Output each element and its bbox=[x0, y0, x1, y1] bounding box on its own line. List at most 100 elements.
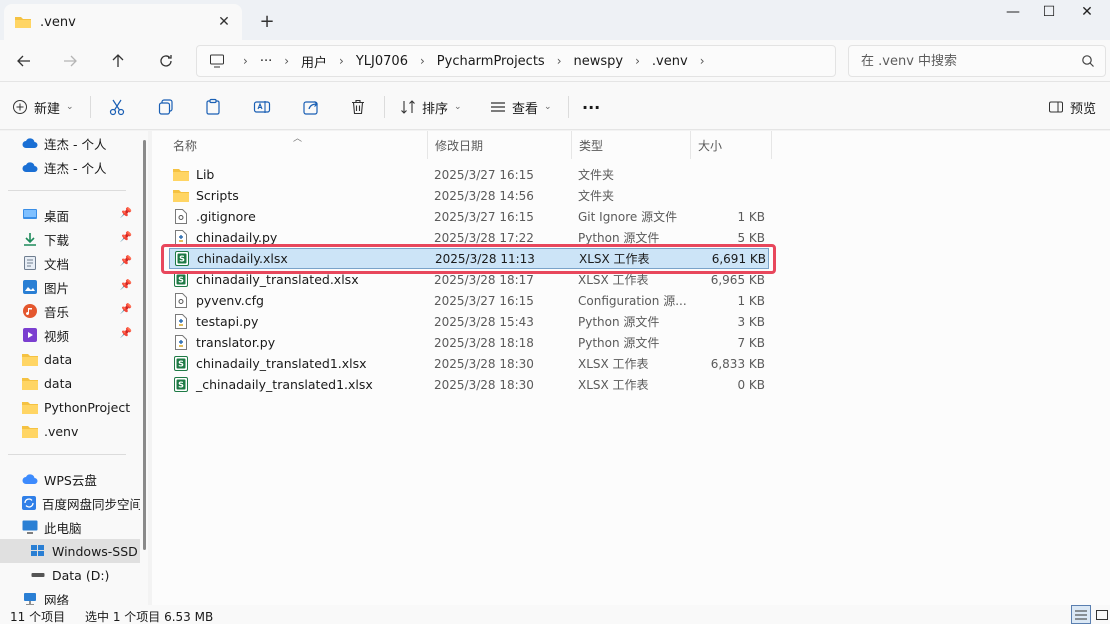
chevron-down-icon: ⌄ bbox=[544, 102, 552, 112]
breadcrumb-overflow[interactable]: ··· bbox=[260, 54, 272, 69]
file-row-gitignore[interactable]: .gitignore 2025/3/27 16:15 Git Ignore 源文… bbox=[169, 206, 769, 227]
sidebar-item-downloads[interactable]: 下载 📌 bbox=[0, 227, 140, 251]
pin-icon: 📌 bbox=[119, 256, 132, 267]
breadcrumb-separator: › bbox=[635, 54, 640, 68]
breadcrumb-users[interactable]: 用户 bbox=[301, 52, 327, 71]
sidebar-item-label: 连杰 - 个人 bbox=[44, 136, 107, 152]
view-button[interactable]: 查看 ⌄ bbox=[490, 94, 552, 120]
sidebar-item-label: 连杰 - 个人 bbox=[44, 160, 107, 176]
breadcrumb-pycharmprojects[interactable]: PycharmProjects bbox=[437, 54, 545, 69]
sort-icon bbox=[401, 100, 415, 114]
view-button-label: 查看 bbox=[512, 101, 539, 117]
file-name: testapi.py bbox=[196, 314, 259, 329]
sidebar-item-pictures[interactable]: 图片 📌 bbox=[0, 275, 140, 299]
computer-icon bbox=[210, 54, 224, 68]
cut-button[interactable] bbox=[108, 94, 126, 120]
copy-button[interactable] bbox=[157, 94, 175, 120]
close-window-button[interactable]: ✕ bbox=[1064, 0, 1110, 24]
breadcrumb-venv[interactable]: .venv bbox=[652, 54, 688, 69]
column-header-size[interactable]: 大小 bbox=[691, 131, 772, 159]
sidebar-item-documents[interactable]: 文档 📌 bbox=[0, 251, 140, 275]
file-row-chinadaily-translated-xlsx[interactable]: Schinadaily_translated.xlsx 2025/3/28 18… bbox=[169, 269, 769, 290]
column-header-type[interactable]: 类型 bbox=[572, 131, 691, 159]
arrow-right-icon bbox=[64, 55, 77, 67]
sidebar-item-data-drive[interactable]: Data (D:) bbox=[0, 563, 140, 587]
preview-pane-icon bbox=[1049, 101, 1063, 113]
search-input[interactable] bbox=[849, 46, 1069, 76]
tiles-view-button[interactable] bbox=[1092, 605, 1110, 624]
preview-button[interactable]: 预览 bbox=[1048, 94, 1096, 120]
python-file-icon bbox=[173, 335, 189, 351]
python-file-icon bbox=[173, 230, 189, 246]
file-row-lib[interactable]: Lib 2025/3/27 16:15 文件夹 bbox=[169, 164, 769, 185]
paste-button[interactable] bbox=[204, 94, 222, 120]
breadcrumb-newspy[interactable]: newspy bbox=[574, 54, 624, 69]
pin-icon: 📌 bbox=[119, 232, 132, 243]
sidebar-scrollbar[interactable] bbox=[143, 140, 146, 550]
rename-button[interactable] bbox=[253, 94, 271, 120]
sidebar-item-wps-cloud[interactable]: WPS云盘 bbox=[0, 467, 140, 491]
sidebar-item-data-1[interactable]: data bbox=[0, 347, 140, 371]
close-tab-icon[interactable]: ✕ bbox=[212, 10, 236, 34]
breadcrumb-separator: › bbox=[699, 54, 705, 68]
file-size: 6,691 KB bbox=[711, 251, 766, 266]
up-button[interactable] bbox=[104, 48, 132, 74]
file-list-pane: 名称 ︿ 修改日期 类型 大小 Lib 2025/3/27 16:15 文件夹 … bbox=[152, 131, 1110, 605]
new-button[interactable]: 新建 ⌄ bbox=[12, 94, 74, 120]
file-date: 2025/3/28 18:30 bbox=[434, 356, 534, 371]
file-type: XLSX 工作表 bbox=[578, 378, 649, 392]
selection-info: 选中 1 个项目 6.53 MB bbox=[85, 610, 214, 624]
tab-venv[interactable]: .venv ✕ bbox=[4, 4, 242, 40]
sidebar-item-windows-ssd[interactable]: Windows-SSD bbox=[0, 539, 140, 563]
sidebar-item-onedrive-2[interactable]: 连杰 - 个人 bbox=[0, 155, 140, 179]
sidebar-item-this-pc[interactable]: 此电脑 bbox=[0, 515, 140, 539]
file-row-translator-py[interactable]: translator.py 2025/3/28 18:18 Python 源文件… bbox=[169, 332, 769, 353]
file-type: Python 源文件 bbox=[578, 315, 660, 329]
sidebar-item-videos[interactable]: 视频 📌 bbox=[0, 323, 140, 347]
sidebar-item-desktop[interactable]: 桌面 📌 bbox=[0, 203, 140, 227]
delete-button[interactable] bbox=[349, 94, 367, 120]
sidebar-item-pythonproject[interactable]: PythonProject bbox=[0, 395, 140, 419]
address-bar[interactable]: › ··· › 用户 › YLJ0706 › PycharmProjects ›… bbox=[196, 45, 836, 77]
music-icon bbox=[22, 303, 38, 319]
pin-icon: 📌 bbox=[119, 280, 132, 291]
breadcrumb-user-folder[interactable]: YLJ0706 bbox=[356, 54, 408, 69]
file-name: Scripts bbox=[196, 188, 239, 203]
back-button[interactable] bbox=[10, 48, 38, 74]
more-button[interactable]: ··· bbox=[582, 94, 600, 120]
file-row-lock-chinadaily-translated1-xlsx[interactable]: S _chinadaily_translated1.xlsx 2025/3/28 … bbox=[169, 374, 769, 395]
file-row-pyvenv-cfg[interactable]: pyvenv.cfg 2025/3/27 16:15 Configuration… bbox=[169, 290, 769, 311]
file-row-chinadaily-py[interactable]: chinadaily.py 2025/3/28 17:22 Python 源文件… bbox=[169, 227, 769, 248]
file-row-chinadaily-translated1-xlsx[interactable]: Schinadaily_translated1.xlsx 2025/3/28 1… bbox=[169, 353, 769, 374]
refresh-button[interactable] bbox=[152, 48, 180, 74]
share-button[interactable] bbox=[302, 94, 320, 120]
column-header-label: 类型 bbox=[579, 138, 604, 153]
breadcrumb-separator: › bbox=[339, 54, 344, 68]
file-row-scripts[interactable]: Scripts 2025/3/28 14:56 文件夹 bbox=[169, 185, 769, 206]
new-tab-button[interactable]: + bbox=[256, 10, 278, 32]
sidebar-item-venv[interactable]: .venv bbox=[0, 419, 140, 443]
sidebar-item-label: data bbox=[44, 351, 73, 367]
sidebar-item-onedrive-1[interactable]: 连杰 - 个人 bbox=[0, 131, 140, 155]
svg-text:S: S bbox=[179, 255, 185, 264]
spreadsheet-icon: S bbox=[173, 272, 189, 288]
file-date: 2025/3/28 18:17 bbox=[434, 272, 534, 287]
scissors-icon bbox=[109, 99, 125, 116]
share-icon bbox=[303, 101, 318, 115]
file-row-testapi-py[interactable]: testapi.py 2025/3/28 15:43 Python 源文件 3 … bbox=[169, 311, 769, 332]
column-header-date[interactable]: 修改日期 bbox=[428, 131, 572, 159]
spreadsheet-icon: S bbox=[173, 377, 189, 393]
sidebar-item-baidu-sync[interactable]: 百度网盘同步空间 bbox=[0, 491, 140, 515]
details-view-icon bbox=[1075, 610, 1087, 619]
file-name: Lib bbox=[196, 167, 215, 182]
forward-button[interactable] bbox=[56, 48, 84, 74]
file-row-chinadaily-xlsx[interactable]: Schinadaily.xlsx 2025/3/28 11:13 XLSX 工作… bbox=[169, 248, 769, 269]
sidebar-item-data-2[interactable]: data bbox=[0, 371, 140, 395]
sidebar-item-network[interactable]: 网络 bbox=[0, 587, 140, 605]
sidebar-item-label: 百度网盘同步空间 bbox=[42, 496, 140, 512]
python-file-icon bbox=[173, 314, 189, 330]
details-view-button[interactable] bbox=[1071, 605, 1091, 624]
navigation-bar: › ··· › 用户 › YLJ0706 › PycharmProjects ›… bbox=[0, 40, 1110, 82]
sidebar-item-music[interactable]: 音乐 📌 bbox=[0, 299, 140, 323]
sort-button[interactable]: 排序 ⌄ bbox=[400, 94, 462, 120]
